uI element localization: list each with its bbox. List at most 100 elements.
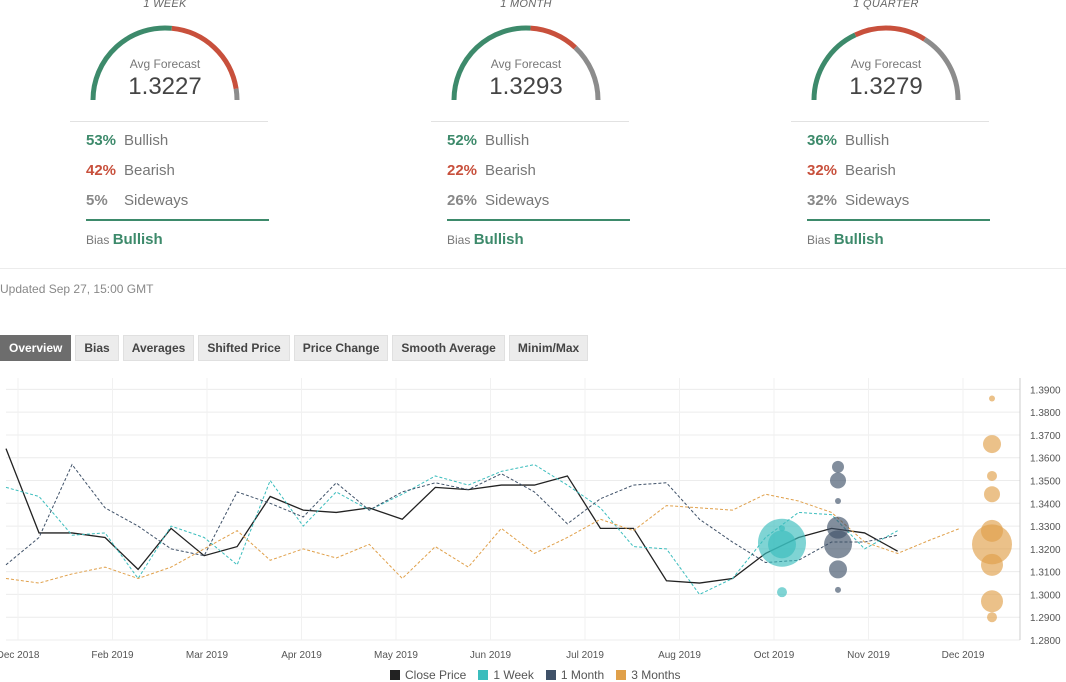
legend-item-month[interactable]: 1 Month bbox=[545, 668, 605, 682]
bearish-pct: 42% bbox=[86, 162, 117, 179]
bias-label: Bias bbox=[807, 233, 831, 247]
bearish-pct: 22% bbox=[447, 162, 478, 179]
legend-swatch bbox=[478, 670, 489, 680]
legend-label: 1 Month bbox=[560, 668, 605, 682]
bias: Bias Bullish bbox=[86, 231, 163, 248]
forecast-bubble-1-week bbox=[777, 587, 787, 598]
bias-underline bbox=[86, 219, 269, 221]
forecast-panel-month: 1 MONTH Avg Forecast 1.3293 52% Bullish 2… bbox=[431, 0, 731, 268]
legend-item-week[interactable]: 1 Week bbox=[478, 668, 534, 682]
forecast-panel-week: 1 WEEK Avg Forecast 1.3227 53% Bullish 42… bbox=[70, 0, 370, 268]
legend-item-close[interactable]: Close Price bbox=[390, 668, 466, 682]
bias-underline bbox=[807, 219, 990, 221]
x-tick-label: Mar 2019 bbox=[186, 650, 229, 661]
updated-timestamp: Updated Sep 27, 15:00 GMT bbox=[0, 282, 154, 296]
forecast-bubble-3-months bbox=[987, 612, 997, 623]
bearish-pct: 32% bbox=[807, 162, 838, 179]
gauge-bearish-arc bbox=[854, 25, 926, 42]
forecast-bubble-1-week bbox=[768, 530, 796, 559]
x-tick-label: Feb 2019 bbox=[91, 650, 134, 661]
x-tick-label: Oct 2019 bbox=[754, 650, 795, 661]
sideways-row: 5% Sideways bbox=[86, 192, 188, 209]
bullish-row: 53% Bullish bbox=[86, 132, 168, 149]
gauge-bearish-arc bbox=[530, 25, 577, 50]
bias-label: Bias bbox=[447, 233, 471, 247]
x-tick-label: May 2019 bbox=[374, 650, 418, 661]
forecast-bubble-1-month bbox=[829, 560, 847, 579]
y-tick-label: 1.3000 bbox=[1030, 590, 1061, 601]
y-tick-label: 1.3500 bbox=[1030, 477, 1061, 488]
divider bbox=[431, 121, 629, 122]
sideways-pct: 32% bbox=[807, 192, 838, 209]
forecast-bubble-1-month bbox=[835, 586, 841, 593]
forecast-bubble-3-months bbox=[984, 486, 1000, 503]
y-tick-label: 1.3400 bbox=[1030, 499, 1061, 510]
bearish-row: 32% Bearish bbox=[807, 162, 896, 179]
sideways-label: Sideways bbox=[485, 192, 550, 209]
bullish-pct: 36% bbox=[807, 132, 838, 149]
y-tick-label: 1.3700 bbox=[1030, 431, 1061, 442]
bullish-label: Bullish bbox=[124, 132, 169, 149]
avg-forecast-value: 1.3279 bbox=[849, 73, 923, 100]
chart-legend: Close Price 1 Week 1 Month 3 Months bbox=[390, 668, 681, 682]
section-separator bbox=[0, 268, 1066, 269]
x-tick-label: Jul 2019 bbox=[566, 650, 604, 661]
bearish-label: Bearish bbox=[485, 162, 536, 179]
bullish-pct: 52% bbox=[447, 132, 478, 149]
bullish-label: Bullish bbox=[845, 132, 890, 149]
tab-smooth-average[interactable]: Smooth Average bbox=[392, 335, 505, 361]
tab-price-change[interactable]: Price Change bbox=[293, 335, 389, 361]
avg-forecast-value: 1.3227 bbox=[128, 73, 202, 100]
avg-forecast-value: 1.3293 bbox=[489, 73, 563, 100]
forecast-bubble-3-months bbox=[981, 553, 1003, 576]
forecast-bubble-1-month bbox=[824, 530, 852, 559]
x-tick-label: Jun 2019 bbox=[470, 650, 512, 661]
divider bbox=[70, 121, 268, 122]
tab-overview[interactable]: Overview bbox=[0, 335, 72, 361]
y-tick-label: 1.3200 bbox=[1030, 545, 1061, 556]
x-tick-label: Dec 2018 bbox=[0, 650, 40, 661]
y-tick-label: 1.3100 bbox=[1030, 568, 1061, 579]
x-tick-label: Dec 2019 bbox=[942, 650, 985, 661]
x-tick-label: Nov 2019 bbox=[847, 650, 890, 661]
bullish-row: 36% Bullish bbox=[807, 132, 889, 149]
chart-tabs: Overview Bias Averages Shifted Price Pri… bbox=[0, 335, 589, 361]
forecast-bubble-3-months bbox=[989, 395, 995, 402]
y-tick-label: 1.2800 bbox=[1030, 636, 1061, 647]
forecast-bubble-3-months bbox=[983, 435, 1001, 454]
bias-value: Bullish bbox=[833, 231, 884, 248]
avg-forecast-label: Avg Forecast bbox=[490, 57, 562, 71]
y-tick-label: 1.3800 bbox=[1030, 408, 1061, 419]
tab-bias[interactable]: Bias bbox=[75, 335, 119, 361]
y-tick-label: 1.3900 bbox=[1030, 385, 1061, 396]
legend-label: 3 Months bbox=[631, 668, 681, 682]
forecast-bubble-3-months bbox=[981, 590, 1003, 613]
tab-minim-max[interactable]: Minim/Max bbox=[508, 335, 589, 361]
bearish-row: 22% Bearish bbox=[447, 162, 536, 179]
bias: Bias Bullish bbox=[447, 231, 524, 248]
tab-averages[interactable]: Averages bbox=[122, 335, 195, 361]
sideways-label: Sideways bbox=[124, 192, 189, 209]
bullish-label: Bullish bbox=[485, 132, 530, 149]
y-tick-label: 1.3600 bbox=[1030, 454, 1061, 465]
bearish-label: Bearish bbox=[124, 162, 175, 179]
avg-forecast-label: Avg Forecast bbox=[850, 57, 922, 71]
forecast-bubble-1-month bbox=[832, 460, 844, 473]
tab-shifted-price[interactable]: Shifted Price bbox=[198, 335, 290, 361]
legend-item-quarter[interactable]: 3 Months bbox=[616, 668, 681, 682]
bias-value: Bullish bbox=[112, 231, 163, 248]
legend-swatch bbox=[616, 670, 627, 680]
panel-title: 1 WEEK bbox=[143, 0, 187, 10]
forecast-panel-quarter: 1 QUARTER Avg Forecast 1.3279 36% Bullish… bbox=[791, 0, 1066, 268]
legend-label: Close Price bbox=[405, 668, 467, 682]
forecast-chart: 1.3900 1.3800 1.3700 1.3600 1.3500 1.3400 1.33… bbox=[0, 378, 1061, 661]
legend-swatch bbox=[545, 670, 556, 680]
divider bbox=[791, 121, 989, 122]
sideways-label: Sideways bbox=[845, 192, 910, 209]
bias-label: Bias bbox=[86, 233, 110, 247]
forecast-bubble-1-month bbox=[830, 472, 846, 489]
bullish-pct: 53% bbox=[86, 132, 117, 149]
forecast-bubble-1-week bbox=[779, 525, 785, 532]
panel-title: 1 MONTH bbox=[500, 0, 552, 10]
sideways-row: 26% Sideways bbox=[447, 192, 549, 209]
